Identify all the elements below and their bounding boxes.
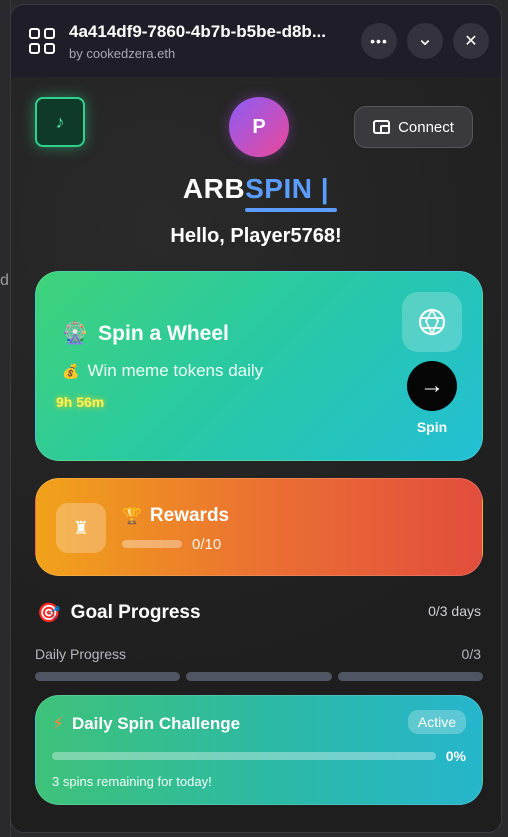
backdrop-letter: d [0, 272, 9, 289]
wallet-icon [373, 120, 391, 134]
rewards-progress-bar [122, 540, 182, 548]
chevron-down-icon: ⌄ [416, 27, 434, 50]
target-icon: 🎯 [37, 603, 61, 624]
challenge-percent: 0% [445, 748, 466, 764]
spin-card-subtitle: Win meme tokens daily [87, 361, 264, 380]
rewards-card[interactable]: ♜ 🏆 Rewards 0/10 [35, 478, 483, 576]
window-title: 4a414df9-7860-4b7b-b5be-d8b... [69, 21, 326, 41]
spin-wheel-card[interactable]: 🎡 Spin a Wheel 💰 Win meme tokens daily 9… [35, 271, 483, 461]
challenge-title: Daily Spin Challenge [71, 714, 241, 733]
app-grid-icon[interactable] [29, 28, 55, 54]
connect-label: Connect [398, 118, 454, 136]
app-logo: ARBSPIN | [11, 173, 501, 205]
challenge-progress-bar [52, 752, 436, 760]
trophy-icon: ♜ [72, 517, 90, 538]
window-titlebar: 4a414df9-7860-4b7b-b5be-d8b... by cooked… [11, 5, 501, 77]
challenge-note: 3 spins remaining for today! [52, 774, 212, 789]
spin-card-subtitle-row: 💰 Win meme tokens daily [62, 361, 263, 381]
arrow-right-icon: → [420, 372, 444, 399]
daily-progress-count: 0/3 [461, 646, 481, 662]
progress-segment [186, 672, 332, 681]
spin-timer: 9h 56m [56, 394, 105, 410]
rewards-badge: ♜ [56, 503, 106, 553]
wheel-badge [402, 292, 462, 352]
goal-days: 0/3 days [428, 603, 481, 619]
challenge-heading: ⚡ Daily Spin Challenge [52, 714, 240, 734]
logo-spin: SPIN | [245, 173, 330, 204]
spin-button-label[interactable]: Spin [402, 419, 462, 435]
trophy-emoji-icon: 🏆 [122, 508, 142, 525]
progress-segment [337, 672, 483, 681]
rewards-count: 0/10 [192, 536, 222, 553]
music-toggle-button[interactable]: ♪ [35, 97, 85, 147]
window-author: by cookedzera.eth [69, 45, 176, 61]
globe-icon [418, 308, 446, 337]
window-title-group: 4a414df9-7860-4b7b-b5be-d8b... by cooked… [69, 22, 351, 61]
rewards-heading: 🏆 Rewards [122, 505, 229, 527]
rewards-title: Rewards [149, 505, 230, 526]
progress-segment [35, 672, 181, 681]
spin-card-title: Spin a Wheel [98, 322, 229, 345]
lightning-icon: ⚡ [52, 714, 64, 733]
collapse-button[interactable]: ⌄ [407, 23, 443, 59]
daily-progress-segments [35, 672, 483, 681]
daily-progress-label: Daily Progress [35, 646, 127, 662]
greeting-text: Hello, Player5768! [170, 225, 342, 247]
connect-wallet-button[interactable]: Connect [354, 106, 473, 148]
goal-progress-title: Goal Progress [70, 602, 201, 623]
close-button[interactable]: ✕ [453, 23, 489, 59]
music-note-icon: ♪ [55, 111, 65, 132]
logo-arb: ARB [182, 173, 246, 204]
avatar[interactable]: P [229, 97, 289, 157]
status-badge: Active [407, 710, 466, 734]
avatar-letter: P [252, 115, 266, 138]
spin-arrow-button[interactable]: → [407, 361, 457, 411]
daily-spin-challenge-card[interactable]: ⚡ Daily Spin Challenge Active 0% 3 spins… [35, 695, 483, 805]
app-content: ♪ P Connect ARBSPIN | Hello, Player5768!… [11, 77, 501, 832]
money-bag-icon: 💰 [62, 362, 80, 379]
miniapp-window: 4a414df9-7860-4b7b-b5be-d8b... by cooked… [10, 4, 502, 833]
goal-progress-heading: 🎯 Goal Progress [37, 601, 201, 625]
close-icon: ✕ [464, 33, 478, 50]
more-options-button[interactable]: ••• [361, 23, 397, 59]
ferris-wheel-icon: 🎡 [62, 322, 89, 345]
more-icon: ••• [370, 33, 388, 49]
spin-card-heading: 🎡 Spin a Wheel [62, 322, 229, 346]
